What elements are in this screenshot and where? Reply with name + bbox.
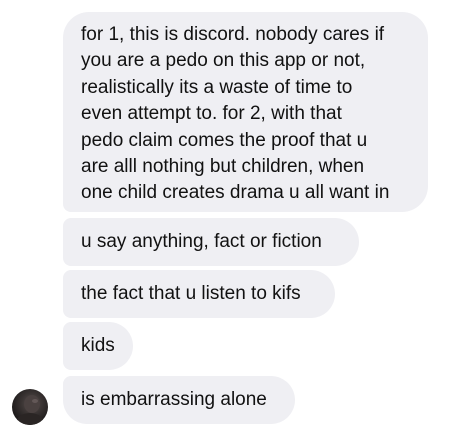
message-text: the fact that u listen to kifs (81, 283, 301, 304)
message-bubble[interactable]: is embarrassing alone (63, 376, 295, 424)
message-text: u say anything, fact or fiction (81, 231, 322, 252)
message-line: realistically its a waste of time to (81, 76, 353, 98)
message-text: is embarrassing alone (81, 389, 267, 410)
message-bubble[interactable]: u say anything, fact or fiction (63, 218, 359, 266)
message-line: pedo claim comes the proof that u (81, 129, 368, 151)
message-line: for 1, this is discord. nobody cares if (81, 24, 385, 45)
message-line: even attempt to. for 2, with that (81, 103, 342, 125)
message-line: are alll nothing but children, when (81, 155, 365, 177)
message-bubble[interactable]: the fact that u listen to kifs (63, 270, 335, 318)
message-line: you are a pedo on this app or not, (81, 50, 366, 72)
profile-photo-icon (16, 395, 44, 425)
message-thread: for 1, this is discord. nobody cares if … (0, 0, 471, 439)
message-line: one child creates drama u all want in (81, 182, 390, 204)
sender-avatar[interactable] (12, 389, 48, 425)
message-text: kids (81, 335, 115, 356)
message-bubble[interactable]: kids (63, 322, 133, 370)
message-bubble[interactable]: for 1, this is discord. nobody cares if … (63, 12, 428, 212)
